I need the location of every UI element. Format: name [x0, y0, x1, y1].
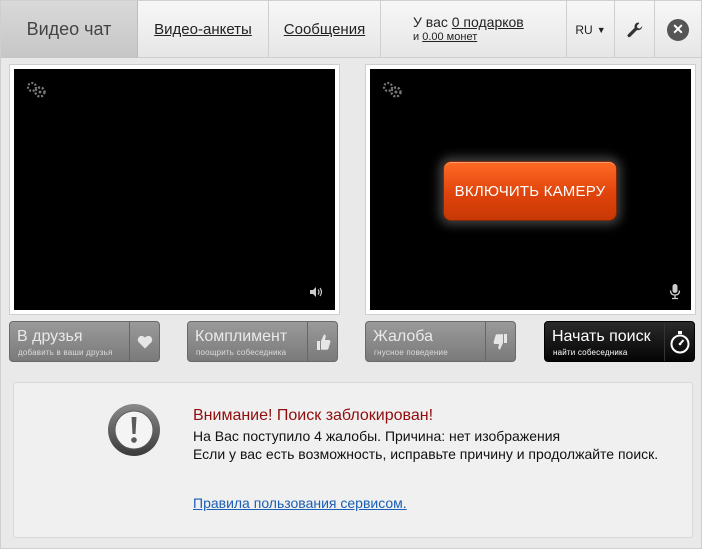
compliment-label: Комплимент [195, 328, 288, 345]
notice-title: Внимание! Поиск заблокирован! [193, 407, 434, 424]
thumbs-down-icon [493, 333, 507, 349]
complaint-sublabel: гнусное поведение [374, 348, 448, 357]
exclamation-icon [108, 404, 160, 456]
microphone-icon[interactable] [669, 283, 681, 300]
complaint-icon-cell [485, 322, 515, 361]
stopwatch-icon [670, 330, 689, 353]
notice-reason: На Вас поступило 4 жалобы. Причина: нет … [193, 428, 561, 444]
partner-video-pane [9, 64, 340, 315]
tab-video-chat-label: Видео чат [26, 19, 112, 39]
heart-icon [137, 335, 152, 348]
speaker-icon[interactable] [309, 286, 323, 298]
settings-button[interactable] [615, 1, 655, 58]
start-search-sublabel: найти собеседника [553, 348, 628, 357]
complaint-button[interactable]: Жалоба гнусное поведение [365, 321, 516, 362]
enable-camera-label: ВКЛЮЧИТЬ КАМЕРУ [454, 182, 606, 200]
language-label: RU [575, 22, 593, 37]
start-search-icon-cell [664, 322, 694, 361]
own-video-pane: ВКЛЮЧИТЬ КАМЕРУ [365, 64, 696, 315]
gear-icon[interactable] [26, 81, 48, 99]
tab-messages-label: Сообщения [283, 21, 366, 38]
add-friend-sublabel: добавить в ваши друзья [18, 348, 113, 357]
top-nav: Видео чат Видео-анкеты Сообщения У вас 0… [1, 1, 701, 58]
close-button[interactable]: ✕ [655, 1, 701, 58]
wrench-icon [627, 22, 642, 37]
service-rules-link[interactable]: Правила пользования сервисом. [193, 495, 407, 511]
tab-messages[interactable]: Сообщения [269, 1, 381, 58]
compliment-button[interactable]: Комплимент поощрить собеседника [187, 321, 338, 362]
video-chat-app: Видео чат Видео-анкеты Сообщения У вас 0… [0, 0, 702, 549]
language-selector[interactable]: RU ▼ [567, 1, 615, 58]
compliment-sublabel: поощрить собеседника [196, 348, 287, 357]
tab-video-profiles[interactable]: Видео-анкеты [138, 1, 269, 58]
partner-video-screen [14, 69, 335, 310]
gifts-prefix: У вас [413, 14, 448, 30]
add-friend-icon-cell [129, 322, 159, 361]
start-search-button[interactable]: Начать поиск найти собеседника [544, 321, 695, 362]
search-blocked-notice: Внимание! Поиск заблокирован! На Вас пос… [13, 382, 693, 538]
add-friend-button[interactable]: В друзья добавить в ваши друзья [9, 321, 160, 362]
gifts-link[interactable]: 0 подарков [452, 14, 524, 30]
start-search-label: Начать поиск [552, 328, 651, 345]
complaint-label: Жалоба [373, 328, 433, 345]
compliment-icon-cell [307, 322, 337, 361]
enable-camera-button[interactable]: ВКЛЮЧИТЬ КАМЕРУ [443, 161, 617, 221]
thumbs-up-icon [316, 334, 330, 350]
coins-link[interactable]: 0.00 монет [422, 31, 477, 43]
notice-instruction: Если у вас есть возможность, исправьте п… [193, 446, 659, 462]
add-friend-label: В друзья [17, 328, 83, 345]
close-icon: ✕ [667, 18, 689, 41]
own-video-screen: ВКЛЮЧИТЬ КАМЕРУ [370, 69, 691, 310]
tab-video-chat[interactable]: Видео чат [1, 1, 138, 58]
balance-info: У вас 0 подарков и 0.00 монет [381, 1, 567, 58]
gear-icon[interactable] [382, 81, 404, 99]
coins-prefix: и [413, 31, 420, 43]
chevron-down-icon: ▼ [596, 24, 606, 35]
tab-video-profiles-label: Видео-анкеты [154, 21, 252, 38]
